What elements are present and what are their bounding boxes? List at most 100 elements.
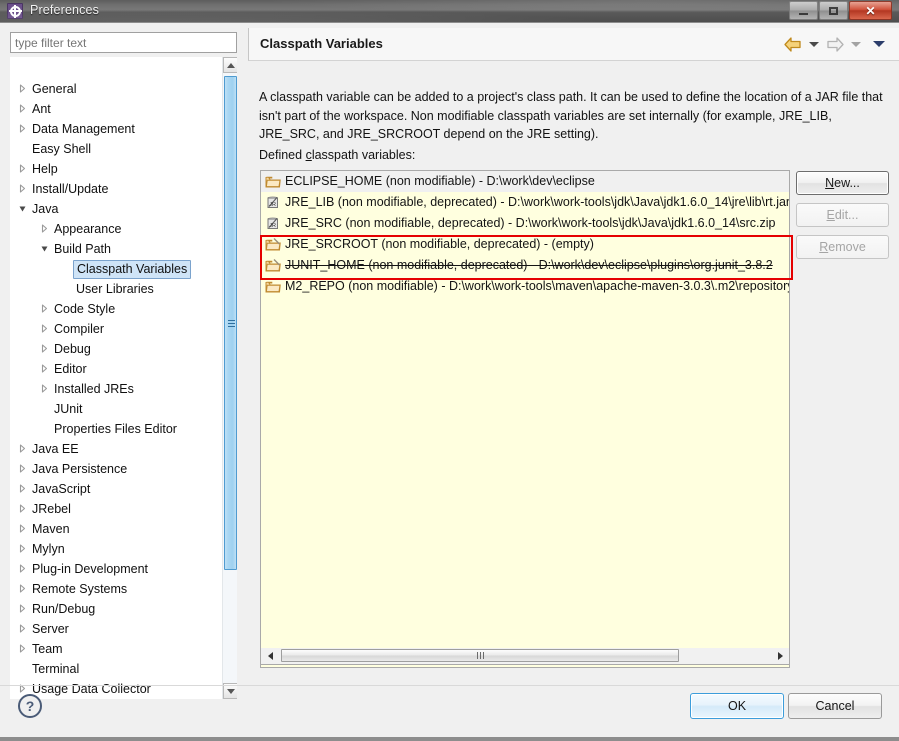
sidebar-item-general[interactable]: General [10,79,222,99]
classpath-variable-row[interactable]: ECLIPSE_HOME (non modifiable) - D:\work\… [261,171,789,192]
sidebar-item-build-path[interactable]: Build Path [10,239,222,259]
close-button[interactable]: ✕ [849,1,892,20]
sidebar-item-label: Java Persistence [32,462,128,476]
chevron-right-icon[interactable] [18,504,27,513]
window-bottom-edge [0,737,899,741]
sidebar-item-editor[interactable]: Editor [10,359,222,379]
scroll-up-icon[interactable] [223,57,237,73]
chevron-right-icon[interactable] [18,464,27,473]
sidebar-item-java-persistence[interactable]: Java Persistence [10,459,222,479]
page-title: Classpath Variables [260,36,383,51]
sidebar-item-label: Compiler [54,322,105,336]
chevron-right-icon[interactable] [40,304,49,313]
classpath-variable-text: JRE_SRC (non modifiable, deprecated) - D… [285,216,776,230]
chevron-right-icon[interactable] [18,84,27,93]
back-arrow-icon[interactable] [784,36,802,52]
cancel-button[interactable]: Cancel [788,693,882,719]
sidebar-item-server[interactable]: Server [10,619,222,639]
chevron-right-icon[interactable] [18,104,27,113]
maximize-button[interactable] [819,1,848,20]
sidebar-item-user-libraries[interactable]: User Libraries [10,279,222,299]
classpath-variable-row[interactable]: JR JRE_LIB (non modifiable, deprecated) -… [261,192,789,213]
sidebar-item-code-style[interactable]: Code Style [10,299,222,319]
sidebar-item-help[interactable]: Help [10,159,222,179]
sidebar-item-plug-in-development[interactable]: Plug-in Development [10,559,222,579]
sidebar-item-junit[interactable]: JUnit [10,399,222,419]
chevron-right-icon[interactable] [18,644,27,653]
help-icon[interactable]: ? [18,694,42,718]
sidebar-item-install-update[interactable]: Install/Update [10,179,222,199]
back-history-chevron-down-icon[interactable] [809,41,819,47]
classpath-variable-row[interactable]: M2_REPO (non modifiable) - D:\work\work-… [261,276,789,297]
pane-menu-chevron-down-icon[interactable] [873,41,885,47]
chevron-right-icon[interactable] [18,564,27,573]
chevron-right-icon[interactable] [18,484,27,493]
chevron-right-icon[interactable] [40,384,49,393]
classpath-variable-text: JRE_SRCROOT (non modifiable, deprecated)… [285,237,594,251]
sidebar-item-label: Plug-in Development [32,562,149,576]
forward-history-chevron-down-icon [851,41,861,47]
sidebar-item-ant[interactable]: Ant [10,99,222,119]
chevron-right-icon[interactable] [18,444,27,453]
classpath-variable-row[interactable]: JR JRE_SRC (non modifiable, deprecated) -… [261,213,789,234]
sidebar-item-team[interactable]: Team [10,639,222,659]
classpath-variable-text: M2_REPO (non modifiable) - D:\work\work-… [285,279,789,293]
new-button[interactable]: New... [796,171,889,195]
svg-text:JR: JR [269,223,276,229]
chevron-right-icon[interactable] [40,324,49,333]
defined-variables-label: Defined classpath variables: [259,148,416,162]
chevron-right-icon[interactable] [18,124,27,133]
tree-vertical-scrollbar[interactable] [222,57,237,699]
minimize-button[interactable] [789,1,818,20]
chevron-right-icon[interactable] [18,604,27,613]
sidebar-item-label: Server [32,622,69,636]
chevron-down-icon[interactable] [18,204,27,213]
sidebar-item-usage-data-collector[interactable]: Usage Data Collector [10,679,222,699]
chevron-right-icon[interactable] [18,584,27,593]
sidebar-item-remote-systems[interactable]: Remote Systems [10,579,222,599]
chevron-down-icon[interactable] [40,244,49,253]
forward-arrow-icon [826,36,844,52]
sidebar-item-terminal[interactable]: Terminal [10,659,222,679]
sidebar-item-appearance[interactable]: Appearance [10,219,222,239]
scrollbar-thumb[interactable] [224,76,237,570]
classpath-variables-list[interactable]: ECLIPSE_HOME (non modifiable) - D:\work\… [260,170,790,668]
chevron-right-icon[interactable] [18,164,27,173]
hscrollbar-thumb[interactable] [281,649,679,662]
sidebar-item-mylyn[interactable]: Mylyn [10,539,222,559]
ok-button[interactable]: OK [690,693,784,719]
chevron-right-icon[interactable] [40,344,49,353]
sidebar-item-label: JRebel [32,502,71,516]
sidebar-item-java[interactable]: Java [10,199,222,219]
sidebar-item-properties-files-editor[interactable]: Properties Files Editor [10,419,222,439]
pane-header: Classpath Variables [248,28,899,61]
classpath-variable-row[interactable]: JRE_SRCROOT (non modifiable, deprecated)… [261,234,789,255]
sidebar-item-javascript[interactable]: JavaScript [10,479,222,499]
title-bar[interactable]: Preferences ✕ [0,0,899,23]
window-title: Preferences [30,3,100,17]
sidebar-item-maven[interactable]: Maven [10,519,222,539]
sidebar-item-java-ee[interactable]: Java EE [10,439,222,459]
scroll-right-icon[interactable] [772,648,788,663]
classpath-variable-text: JRE_LIB (non modifiable, deprecated) - D… [285,195,789,209]
chevron-right-icon[interactable] [18,184,27,193]
chevron-right-icon[interactable] [40,364,49,373]
chevron-right-icon[interactable] [18,544,27,553]
sidebar-item-installed-jres[interactable]: Installed JREs [10,379,222,399]
sidebar-item-easy-shell[interactable]: Easy Shell [10,139,222,159]
chevron-right-icon[interactable] [18,624,27,633]
sidebar-item-debug[interactable]: Debug [10,339,222,359]
classpath-variable-row[interactable]: JUNIT_HOME (non modifiable, deprecated) … [261,255,789,276]
folder-icon [265,279,281,294]
sidebar-item-data-management[interactable]: Data Management [10,119,222,139]
preferences-dialog: Preferences ✕ General Ant Data Management E… [0,0,899,741]
chevron-right-icon[interactable] [40,224,49,233]
sidebar-item-jrebel[interactable]: JRebel [10,499,222,519]
list-horizontal-scrollbar[interactable] [260,648,790,665]
sidebar-item-compiler[interactable]: Compiler [10,319,222,339]
sidebar-item-classpath-variables[interactable]: Classpath Variables [10,259,222,279]
chevron-right-icon[interactable] [18,524,27,533]
sidebar-item-run-debug[interactable]: Run/Debug [10,599,222,619]
search-input[interactable] [10,32,237,53]
scroll-left-icon[interactable] [262,648,278,663]
